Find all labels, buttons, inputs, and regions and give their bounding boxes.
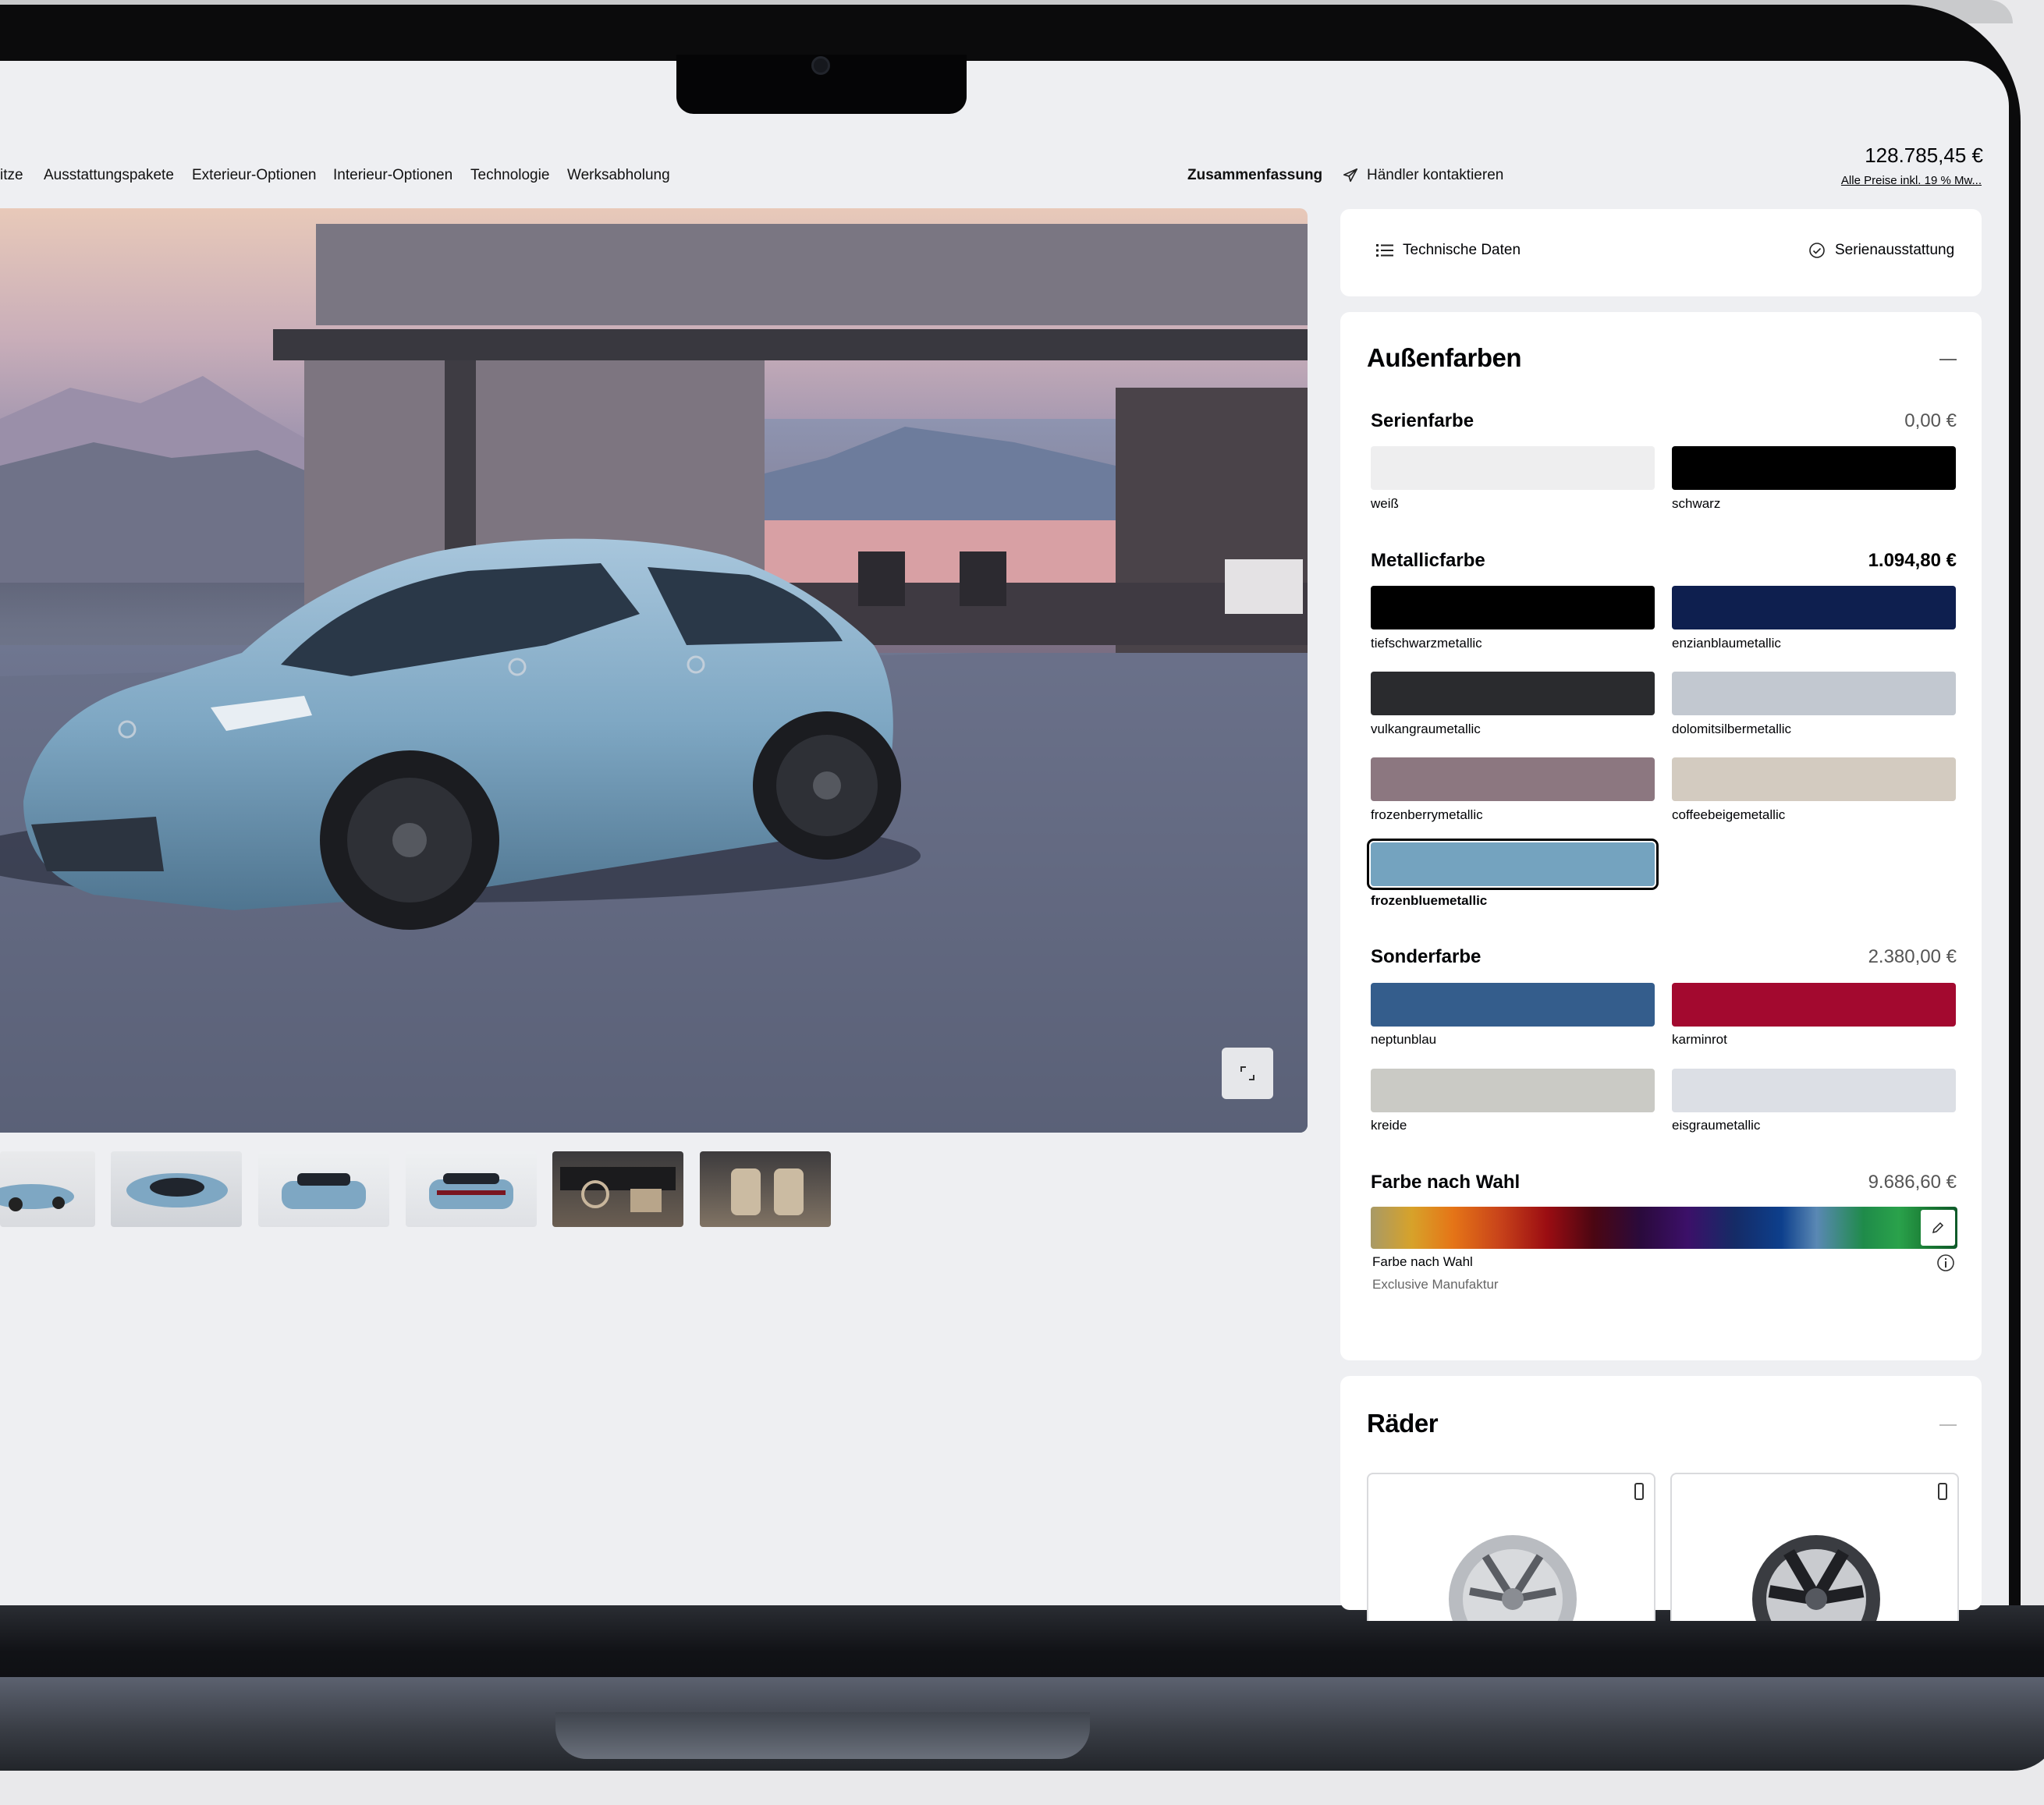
thumbnail-top[interactable] <box>111 1151 242 1227</box>
color-swatch-schwarz[interactable] <box>1672 446 1956 490</box>
thumbnail-cockpit[interactable] <box>552 1151 683 1227</box>
thumbnail-front[interactable] <box>258 1151 389 1227</box>
send-icon <box>1343 168 1358 183</box>
color-swatch-weiss[interactable] <box>1371 446 1655 490</box>
color-swatch-neptunblau[interactable] <box>1371 983 1655 1027</box>
car-scene-illustration <box>0 224 1308 1133</box>
color-swatch-karminrot[interactable] <box>1672 983 1956 1027</box>
color-label-selected: frozenbluemetallic <box>1371 893 1488 908</box>
camera <box>811 56 830 75</box>
nav-item-werksabholung[interactable]: Werksabholung <box>567 167 670 184</box>
section-title-exterior-colors: Außenfarben <box>1367 343 1522 372</box>
group-price-farbe-nach-wahl: 9.686,60 € <box>1868 1172 1957 1193</box>
minus-icon[interactable] <box>1939 359 1957 360</box>
color-label: tiefschwarzmetallic <box>1371 636 1482 651</box>
pencil-icon <box>1932 1222 1944 1234</box>
custom-color-label: Farbe nach Wahl <box>1372 1254 1473 1269</box>
summary-link[interactable]: Zusammenfassung <box>1187 167 1322 184</box>
car-hero-image[interactable] <box>0 208 1308 1133</box>
color-swatch-eisgraumetallic[interactable] <box>1672 1069 1956 1112</box>
check-circle-icon <box>1809 243 1825 258</box>
color-label: schwarz <box>1672 496 1721 511</box>
car-thumb-illustration <box>282 1173 366 1209</box>
info-icon[interactable] <box>1936 1254 1955 1272</box>
color-label: frozenberrymetallic <box>1371 807 1483 822</box>
group-price-metallicfarbe: 1.094,80 € <box>1868 550 1957 571</box>
group-title-sonderfarbe: Sonderfarbe <box>1371 946 1482 967</box>
group-title-metallicfarbe: Metallicfarbe <box>1371 550 1485 571</box>
color-label: karminrot <box>1672 1032 1727 1047</box>
color-label: neptunblau <box>1371 1032 1437 1047</box>
nav-item-exterieur[interactable]: Exterieur-Optionen <box>192 167 316 184</box>
group-title-serienfarbe: Serienfarbe <box>1371 410 1474 431</box>
color-label: coffeebeigemetallic <box>1672 807 1786 822</box>
list-icon <box>1376 244 1393 257</box>
group-price-serienfarbe: 0,00 € <box>1904 410 1957 431</box>
thumbnail-front-side[interactable] <box>0 1151 95 1227</box>
standard-equipment-link[interactable]: Serienausstattung <box>1808 242 1954 259</box>
color-swatch-enzianblaumetallic[interactable] <box>1672 586 1956 629</box>
color-swatch-frozenberrymetallic[interactable] <box>1371 757 1655 801</box>
section-title-wheels: Räder <box>1367 1409 1439 1438</box>
technical-data-label: Technische Daten <box>1403 242 1521 258</box>
custom-color-sub: Exclusive Manufaktur <box>1372 1277 1499 1292</box>
standard-equipment-label: Serienausstattung <box>1835 242 1955 258</box>
wheel-illustration <box>1752 1483 1947 1621</box>
color-label: vulkangraumetallic <box>1371 722 1481 736</box>
wheel-illustration <box>1449 1483 1644 1621</box>
wheel-option-card[interactable] <box>1367 1473 1655 1621</box>
color-swatch-tiefschwarzmetallic[interactable] <box>1371 586 1655 629</box>
laptop-opening-notch <box>555 1712 1090 1759</box>
expand-icon <box>1240 1066 1254 1080</box>
color-swatch-kreide[interactable] <box>1371 1069 1655 1112</box>
car-thumb-illustration <box>0 1184 74 1211</box>
contact-dealer-link[interactable]: Händler kontaktieren <box>1342 167 1503 184</box>
nav-item-interieur[interactable]: Interieur-Optionen <box>333 167 452 184</box>
color-swatch-frozenbluemetallic[interactable] <box>1367 839 1659 890</box>
group-title-farbe-nach-wahl: Farbe nach Wahl <box>1371 1172 1521 1193</box>
color-label: dolomitsilbermetallic <box>1672 722 1792 736</box>
thumbnail-seats[interactable] <box>700 1151 831 1227</box>
nav-item-sitze[interactable]: itze <box>0 167 23 184</box>
custom-color-gradient[interactable] <box>1371 1207 1957 1249</box>
color-label: eisgraumetallic <box>1672 1118 1761 1133</box>
thumbnail-rear[interactable] <box>406 1151 537 1227</box>
color-label: weiß <box>1371 496 1399 511</box>
custom-color-edit-button[interactable] <box>1921 1210 1955 1246</box>
car-thumb-illustration <box>126 1173 228 1207</box>
total-price: 128.785,45 € <box>1865 144 1983 167</box>
wheel-option-card[interactable] <box>1670 1473 1959 1621</box>
interior-thumb-illustration <box>560 1167 676 1212</box>
color-swatch-vulkangraumetallic[interactable] <box>1371 672 1655 715</box>
color-swatch-coffeebeigemetallic[interactable] <box>1672 757 1956 801</box>
contact-dealer-label: Händler kontaktieren <box>1367 167 1504 183</box>
group-price-sonderfarbe: 2.380,00 € <box>1868 946 1957 967</box>
nav-item-ausstattungspakete[interactable]: Ausstattungspakete <box>44 167 174 184</box>
color-swatch-dolomitsilbermetallic[interactable] <box>1672 672 1956 715</box>
interior-thumb-illustration <box>731 1168 804 1215</box>
car-thumb-illustration <box>429 1173 513 1209</box>
color-label: enzianblaumetallic <box>1672 636 1781 651</box>
nav-item-technologie[interactable]: Technologie <box>470 167 549 184</box>
price-note-link[interactable]: Alle Preise inkl. 19 % Mw... <box>1826 174 1982 187</box>
technical-data-link[interactable]: Technische Daten <box>1376 242 1521 259</box>
minus-icon[interactable] <box>1939 1424 1957 1426</box>
fullscreen-button[interactable] <box>1222 1048 1273 1099</box>
color-label: kreide <box>1371 1118 1407 1133</box>
